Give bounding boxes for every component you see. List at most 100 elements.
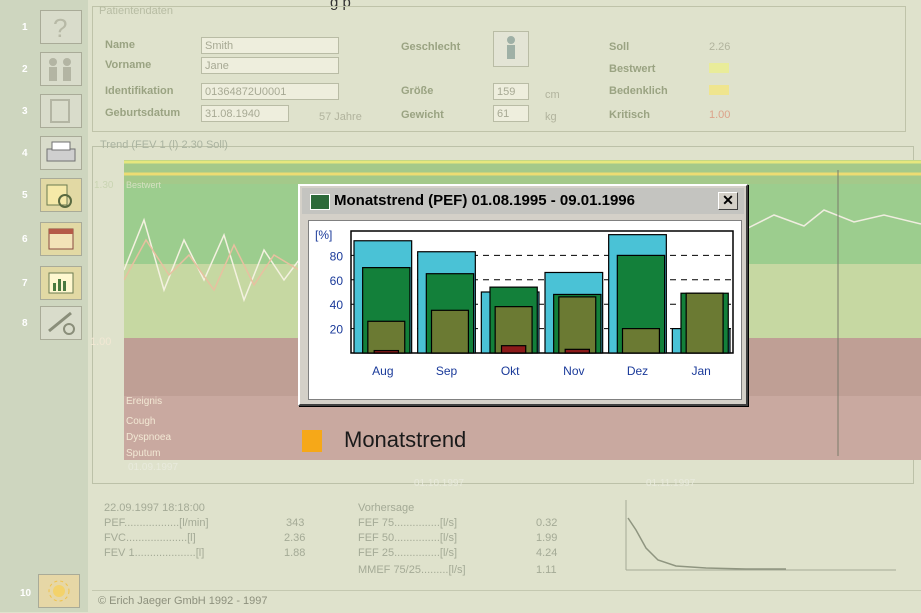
geburtsdatum-label: Geburtsdatum — [105, 107, 181, 119]
close-icon: ✕ — [722, 192, 734, 208]
stat-label: FEF 50...............[l/s] — [358, 532, 458, 544]
footer: © Erich Jaeger GmbH 1992 - 1997 — [92, 590, 921, 613]
tool-number: 10 — [20, 588, 32, 599]
stat-value: 4.24 — [536, 547, 558, 559]
vorname-label: Vorname — [105, 59, 152, 71]
y-tick-label: 80 — [330, 249, 344, 263]
band-label: Ereignis — [126, 396, 163, 407]
stat-label: FEV 1....................[l] — [104, 547, 205, 559]
vorhersage-title: Vorhersage — [358, 502, 415, 514]
geburtsdatum-field[interactable]: 31.08.1940 — [201, 105, 289, 122]
groesse-unit: cm — [545, 89, 560, 101]
dialog-titlebar[interactable]: Monatstrend (PEF) 01.08.1995 - 09.01.199… — [302, 188, 744, 214]
gewicht-field[interactable]: 61 — [493, 105, 529, 122]
stat-value: 2.36 — [284, 532, 306, 544]
groesse-field[interactable]: 159 — [493, 83, 529, 100]
tool-number: 5 — [22, 190, 28, 201]
vorname-field[interactable]: Jane — [201, 57, 339, 74]
stat-value: 1.88 — [284, 547, 306, 559]
stat-value: 1.11 — [536, 564, 557, 576]
left-toolbar: ? 1 2 3 4 5 6 7 8 10 — [0, 0, 88, 612]
bedenklich-label: Bedenklich — [609, 85, 668, 97]
trend-title: Trend (FEV 1 (l) 2.30 Soll) — [100, 139, 228, 151]
date-label: 01.11.1997 — [646, 478, 696, 489]
magnifier-icon — [46, 184, 72, 208]
tools-icon — [48, 311, 75, 335]
stat-label: FVC....................[l] — [104, 532, 196, 544]
tool-number: 4 — [22, 148, 28, 159]
sun-icon — [48, 580, 70, 602]
close-button[interactable]: ✕ — [718, 192, 738, 210]
plot-area: [%] 20 40 60 80 Aug Sep Okt Nov Dez Jan — [308, 220, 742, 400]
tool-number: 3 — [22, 106, 28, 117]
date-label: 01.10.1997 — [414, 478, 465, 489]
band-label: Dyspnoea — [126, 432, 172, 443]
band-label: Cough — [126, 416, 156, 427]
tool-number: 8 — [22, 318, 28, 329]
trend-level-top: 1.30 — [94, 180, 114, 191]
bar-chart: [%] 20 40 60 80 Aug Sep Okt Nov Dez Jan — [315, 228, 734, 378]
bestwert-label: Bestwert — [609, 63, 656, 75]
geschlecht-label: Geschlecht — [401, 41, 461, 53]
x-tick-label: Jan — [691, 364, 710, 378]
name-field[interactable]: Smith — [201, 37, 339, 54]
patients-button[interactable] — [40, 52, 82, 86]
x-tick-label: Sep — [436, 364, 458, 378]
bar — [685, 292, 724, 354]
y-tick-label: 20 — [330, 323, 344, 337]
band-label: Sputum — [126, 448, 161, 459]
tool-number: 7 — [22, 278, 28, 289]
printer-button[interactable] — [40, 136, 82, 170]
bar — [367, 320, 406, 354]
stat-label: MMEF 75/25.........[l/s] — [358, 564, 466, 576]
age-text: 57 Jahre — [319, 111, 362, 123]
help-icon: ? — [53, 13, 67, 43]
gender-button[interactable] — [493, 31, 529, 67]
document-button[interactable] — [40, 94, 82, 128]
y-tick-label: 60 — [330, 274, 344, 288]
stat-label: FEF 75...............[l/s] — [358, 517, 458, 529]
search-patient-button[interactable] — [40, 178, 82, 212]
trend-level-top-tag: Bestwert — [126, 180, 162, 190]
bar — [430, 309, 470, 354]
y-axis-label: [%] — [315, 228, 332, 242]
measurement-datetime: 22.09.1997 18:18:00 — [104, 502, 205, 514]
tool-number: 1 — [22, 22, 28, 33]
stat-value: 1.99 — [536, 532, 558, 544]
gewicht-unit: kg — [545, 111, 557, 123]
person-icon — [507, 36, 515, 59]
calendar-button[interactable] — [40, 222, 82, 256]
patient-panel: Patientendaten Name Smith Vorname Jane I… — [92, 5, 906, 132]
stat-label: FEF 25...............[l/s] — [358, 547, 458, 559]
bar-chart-icon — [310, 194, 330, 210]
y-tick-label: 40 — [330, 298, 344, 312]
help-button[interactable]: ? — [40, 10, 82, 44]
trend-button[interactable] — [40, 266, 82, 300]
bar — [558, 296, 597, 354]
date-label: 01.09.1997 — [128, 462, 179, 473]
x-tick-label: Nov — [563, 364, 584, 378]
id-field[interactable]: 01364872U0001 — [201, 83, 339, 100]
people-icon — [49, 58, 71, 81]
sun-button[interactable] — [38, 574, 80, 608]
bar — [564, 348, 591, 354]
document-icon — [50, 99, 70, 123]
copyright-text: © Erich Jaeger GmbH 1992 - 1997 — [98, 595, 268, 607]
settings-button[interactable] — [40, 306, 82, 340]
x-tick-label: Dez — [627, 364, 648, 378]
stat-value: 343 — [286, 517, 305, 529]
soll-label: Soll — [609, 41, 630, 53]
bedenklich-value — [709, 85, 729, 95]
stat-label: PEF..................[l/min] — [104, 517, 209, 529]
tool-number: 6 — [22, 234, 28, 245]
name-label: Name — [105, 39, 135, 51]
flow-volume-curve — [625, 500, 896, 571]
groesse-label: Größe — [401, 85, 434, 97]
id-label: Identifikation — [105, 85, 174, 97]
kritisch-label: Kritisch — [609, 109, 650, 121]
calendar-icon — [48, 228, 74, 250]
bar — [621, 327, 661, 354]
legend-swatch — [302, 430, 322, 452]
legend-label: Monatstrend — [344, 427, 467, 452]
bestwert-value — [709, 63, 729, 73]
